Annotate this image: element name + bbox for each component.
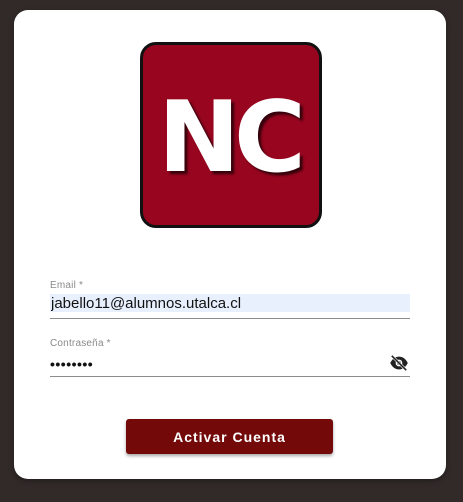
email-input[interactable] bbox=[50, 294, 410, 312]
logo-text: NC bbox=[158, 81, 306, 195]
email-label: Email * bbox=[50, 280, 84, 291]
email-field: Email * bbox=[50, 280, 410, 319]
email-input-container[interactable] bbox=[50, 293, 410, 319]
login-card: NC Email * Contraseña * •••••••• Activar… bbox=[14, 10, 446, 479]
password-input[interactable]: •••••••• bbox=[50, 355, 93, 373]
password-label: Contraseña * bbox=[50, 338, 111, 349]
eye-off-icon[interactable] bbox=[388, 353, 410, 373]
password-field: Contraseña * •••••••• bbox=[50, 338, 410, 377]
activate-account-button[interactable]: Activar Cuenta bbox=[126, 419, 333, 454]
eye-off-svg bbox=[390, 355, 408, 371]
logo: NC bbox=[140, 42, 322, 228]
password-input-container[interactable]: •••••••• bbox=[50, 351, 410, 377]
